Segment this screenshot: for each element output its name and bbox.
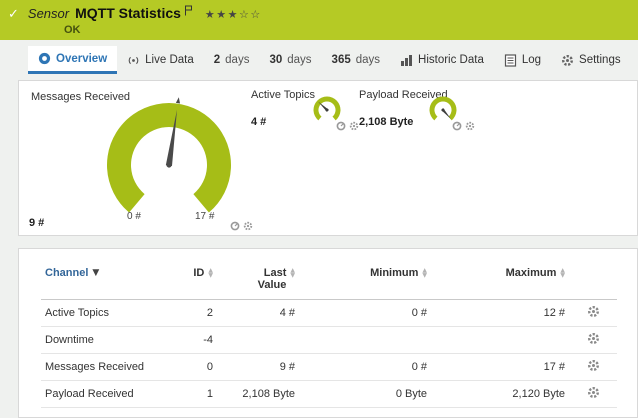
- sort-arrows-icon: ▲▼: [422, 268, 427, 278]
- channel-last-value: 4 #: [217, 300, 299, 327]
- gauge-settings-gear-icon[interactable]: [349, 121, 359, 131]
- column-header-label: Maximum: [506, 267, 557, 279]
- column-header-label: Channel: [45, 267, 88, 279]
- tab-settings[interactable]: Settings: [551, 46, 631, 74]
- overview-icon: [38, 52, 51, 65]
- channel-maximum: [431, 327, 569, 354]
- gauge-scale-min: 0 #: [127, 211, 141, 222]
- log-icon: [504, 54, 517, 67]
- column-header-label: ID: [193, 267, 204, 279]
- column-header-minimum[interactable]: Minimum ▲▼: [299, 263, 431, 300]
- tab-label: Historic Data: [418, 54, 484, 66]
- gauge-title: Active Topics: [251, 89, 315, 101]
- table-row: Messages Received 0 9 # 0 # 17 #: [41, 354, 617, 381]
- tab-label: days: [225, 54, 249, 66]
- gauge-pin-icon[interactable]: [230, 221, 240, 231]
- channel-table-body: Active Topics 2 4 # 0 # 12 # Downtime -4: [41, 300, 617, 408]
- historic-data-icon: [400, 54, 413, 67]
- channel-table: Channel ▼ ID ▲▼ Last Value ▲▼: [41, 263, 617, 408]
- channel-name: Downtime: [41, 327, 167, 354]
- column-header-label: Minimum: [370, 267, 418, 279]
- status-ok-check-icon: ✓: [8, 7, 19, 22]
- gauge-pin-icon[interactable]: [336, 121, 346, 131]
- table-row: Downtime -4: [41, 327, 617, 354]
- tab-365-days[interactable]: 365 days: [322, 46, 390, 74]
- sort-arrows-icon: ▲▼: [290, 268, 295, 278]
- channel-last-value: [217, 327, 299, 354]
- active-topics-gauge-block: Active Topics 4 #: [251, 89, 359, 139]
- payload-received-gauge-block: Payload Received 2,108 Byte: [359, 89, 475, 139]
- gauge-scale-max: 17 #: [195, 211, 214, 222]
- column-header-maximum[interactable]: Maximum ▲▼: [431, 263, 569, 300]
- channel-settings-icon[interactable]: [587, 332, 600, 348]
- gauge-toolbar: [336, 121, 359, 131]
- gauge-current-value: 4 #: [251, 116, 266, 128]
- tab-label: days: [287, 54, 311, 66]
- channel-minimum: 0 #: [299, 354, 431, 381]
- tab-30-days[interactable]: 30 days: [259, 46, 321, 74]
- channel-id: 1: [167, 381, 217, 408]
- tab-label-number: 30: [269, 54, 282, 66]
- sort-caret-icon: ▼: [92, 267, 99, 279]
- channel-last-value: 2,108 Byte: [217, 381, 299, 408]
- channel-id: -4: [167, 327, 217, 354]
- tab-overview[interactable]: Overview: [28, 46, 117, 74]
- gauge-current-value: 2,108 Byte: [359, 116, 413, 128]
- sort-arrows-icon: ▲▼: [560, 268, 565, 278]
- tab-label: Settings: [579, 54, 621, 66]
- tab-label: Overview: [56, 53, 107, 65]
- tab-log[interactable]: Log: [494, 46, 551, 74]
- channel-minimum: 0 Byte: [299, 381, 431, 408]
- channel-last-value: 9 #: [217, 354, 299, 381]
- channel-id: 0: [167, 354, 217, 381]
- tab-label: Live Data: [145, 54, 194, 66]
- tab-2-days[interactable]: 2 days: [204, 46, 260, 74]
- channel-name: Payload Received: [41, 381, 167, 408]
- tab-label: days: [356, 54, 380, 66]
- messages-received-gauge-block: Messages Received 0 # 17 # 9 #: [29, 87, 259, 237]
- gauge-current-value: 9 #: [29, 217, 44, 229]
- settings-gear-icon: [561, 54, 574, 67]
- gauge-pin-icon[interactable]: [452, 121, 462, 131]
- table-row: Active Topics 2 4 # 0 # 12 #: [41, 300, 617, 327]
- sensor-rating-stars[interactable]: ★★★☆☆: [205, 8, 262, 21]
- status-badge: OK: [64, 24, 630, 36]
- column-header-id[interactable]: ID ▲▼: [167, 263, 217, 300]
- tab-historic-data[interactable]: Historic Data: [390, 46, 494, 74]
- overview-gauges-panel: Messages Received 0 # 17 # 9 # Active To…: [18, 80, 638, 236]
- gauge-toolbar: [452, 121, 475, 131]
- channel-id: 2: [167, 300, 217, 327]
- column-header-tools: [569, 263, 617, 300]
- messages-received-gauge: [84, 87, 254, 227]
- channel-maximum: 12 #: [431, 300, 569, 327]
- page-title: MQTT Statistics: [75, 5, 181, 21]
- sensor-header-bar: ✓ Sensor MQTT Statistics ★★★☆☆ OK: [0, 0, 638, 40]
- live-data-icon: [127, 54, 140, 67]
- column-header-last-value[interactable]: Last Value ▲▼: [217, 263, 299, 300]
- sensor-type-label: Sensor: [28, 6, 69, 21]
- channel-maximum: 2,120 Byte: [431, 381, 569, 408]
- tab-label-number: 365: [332, 54, 351, 66]
- sensor-tab-bar: Overview Live Data 2 days 30 days 365 da…: [28, 46, 638, 74]
- channel-minimum: 0 #: [299, 300, 431, 327]
- tab-live-data[interactable]: Live Data: [117, 46, 204, 74]
- gauge-settings-gear-icon[interactable]: [465, 121, 475, 131]
- channel-name: Active Topics: [41, 300, 167, 327]
- sort-arrows-icon: ▲▼: [208, 268, 213, 278]
- channel-minimum: [299, 327, 431, 354]
- tab-label-number: 2: [214, 54, 220, 66]
- column-header-channel[interactable]: Channel ▼: [41, 263, 167, 300]
- column-header-label: Last Value: [252, 267, 286, 291]
- channel-table-panel: Channel ▼ ID ▲▼ Last Value ▲▼: [18, 248, 638, 418]
- channel-settings-icon[interactable]: [587, 359, 600, 375]
- gauge-toolbar: [230, 221, 253, 231]
- channel-name: Messages Received: [41, 354, 167, 381]
- priority-flag-icon[interactable]: [184, 5, 193, 19]
- table-row: Payload Received 1 2,108 Byte 0 Byte 2,1…: [41, 381, 617, 408]
- tab-label: Log: [522, 54, 541, 66]
- channel-maximum: 17 #: [431, 354, 569, 381]
- gauge-settings-gear-icon[interactable]: [243, 221, 253, 231]
- channel-settings-icon[interactable]: [587, 305, 600, 321]
